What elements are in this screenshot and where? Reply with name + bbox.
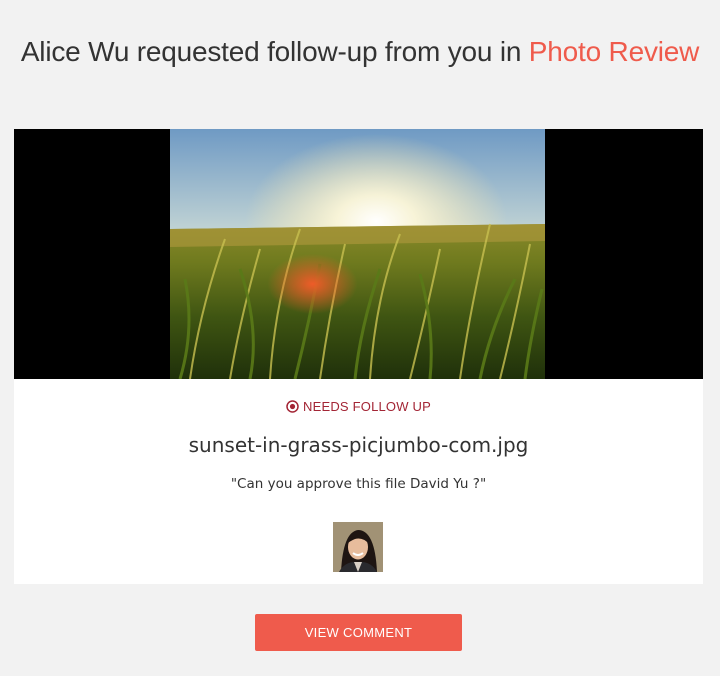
status-label: NEEDS FOLLOW UP — [303, 399, 431, 414]
avatar — [333, 522, 383, 572]
view-comment-button[interactable]: VIEW COMMENT — [255, 614, 462, 651]
notification-heading: Alice Wu requested follow-up from you in… — [0, 36, 720, 68]
file-card: NEEDS FOLLOW UP sunset-in-grass-picjumbo… — [14, 129, 703, 584]
email-page: Alice Wu requested follow-up from you in… — [0, 0, 720, 676]
heading-text: Alice Wu requested follow-up from you in — [20, 36, 529, 67]
media-preview — [14, 129, 703, 379]
status-badge: NEEDS FOLLOW UP — [14, 399, 703, 414]
file-thumbnail[interactable] — [170, 129, 545, 379]
file-name[interactable]: sunset-in-grass-picjumbo-com.jpg — [14, 433, 703, 457]
project-link[interactable]: Photo Review — [529, 36, 700, 67]
target-icon — [286, 400, 299, 413]
comment-text: "Can you approve this file David Yu ?" — [230, 476, 487, 492]
